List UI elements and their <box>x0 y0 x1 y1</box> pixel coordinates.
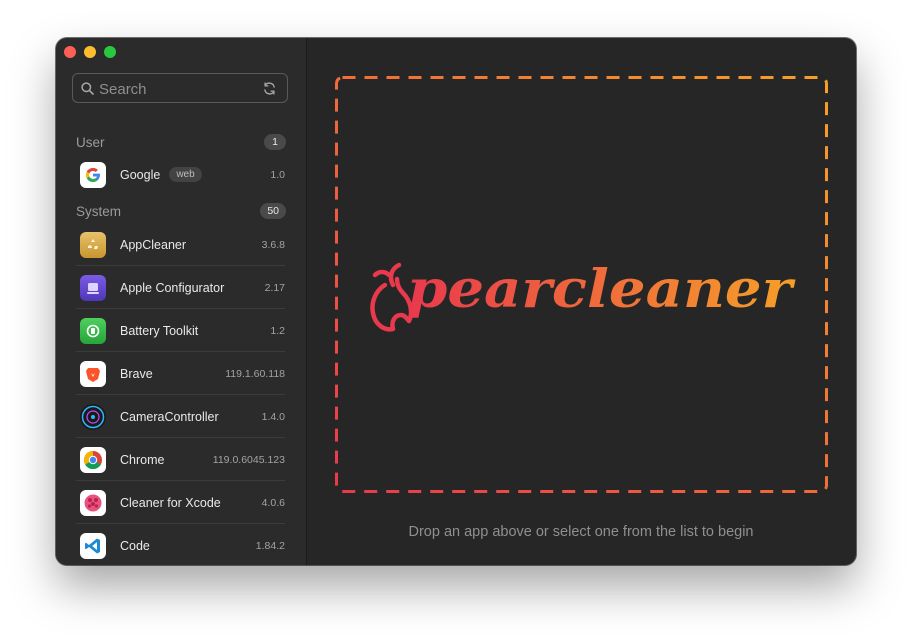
apple-configurator-icon <box>80 274 106 301</box>
app-name: Chrome <box>120 452 165 467</box>
app-version: 3.6.8 <box>261 238 285 251</box>
app-name: Code <box>120 538 150 553</box>
app-version: 119.1.60.118 <box>225 367 285 380</box>
app-version: 119.0.6045.123 <box>212 453 285 466</box>
app-name: Google <box>120 167 161 182</box>
section-header-user: User 1 <box>76 132 286 152</box>
battery-toolkit-icon <box>80 317 106 344</box>
web-badge: web <box>169 167 202 182</box>
app-drop-zone[interactable]: pearcleaner <box>335 76 828 493</box>
app-name: Cleaner for Xcode <box>120 495 221 510</box>
sidebar: User 1 Google web 1.0 System 50 <box>56 38 307 565</box>
section-label: System <box>76 203 122 219</box>
app-row-camera-controller[interactable]: CameraController 1.4.0 <box>76 395 285 438</box>
app-name: Brave <box>120 366 153 381</box>
google-icon <box>80 161 106 188</box>
app-row-appcleaner[interactable]: AppCleaner 3.6.8 <box>76 223 285 266</box>
app-name: CameraController <box>120 409 219 424</box>
camera-controller-icon <box>80 403 106 430</box>
app-name: Apple Configurator <box>120 280 225 295</box>
count-badge: 1 <box>264 134 286 150</box>
minimize-button[interactable] <box>84 46 96 58</box>
app-version: 1.4.0 <box>261 410 285 423</box>
appcleaner-icon <box>80 231 106 258</box>
app-row-google[interactable]: Google web 1.0 <box>76 153 285 196</box>
app-version: 4.0.6 <box>261 496 285 509</box>
brave-icon <box>80 360 106 387</box>
count-badge: 50 <box>260 203 286 219</box>
logo-text: pearcleaner <box>407 259 796 320</box>
pear-icon <box>370 262 414 332</box>
app-version: 2.17 <box>264 281 285 294</box>
app-row-apple-configurator[interactable]: Apple Configurator 2.17 <box>76 266 285 309</box>
app-version: 1.84.2 <box>255 539 285 552</box>
app-row-code[interactable]: Code 1.84.2 <box>76 524 285 565</box>
search-input[interactable] <box>97 78 261 100</box>
vscode-icon <box>80 532 106 559</box>
app-version: 1.2 <box>270 324 285 337</box>
app-row-brave[interactable]: Brave 119.1.60.118 <box>76 352 285 395</box>
search-box[interactable] <box>72 73 288 103</box>
app-version: 1.0 <box>270 168 285 181</box>
close-button[interactable] <box>64 46 76 58</box>
section-label: User <box>76 134 105 150</box>
app-name: Battery Toolkit <box>120 323 199 338</box>
app-name: AppCleaner <box>120 237 187 252</box>
refresh-icon[interactable] <box>262 81 277 101</box>
drop-hint-text: Drop an app above or select one from the… <box>408 524 754 540</box>
search-icon <box>81 82 94 100</box>
cleaner-for-xcode-icon <box>80 489 106 516</box>
app-row-battery-toolkit[interactable]: Battery Toolkit 1.2 <box>76 309 285 352</box>
zoom-button[interactable] <box>104 46 116 58</box>
pearcleaner-logo: pearcleaner <box>365 241 805 346</box>
app-row-cleaner-for-xcode[interactable]: Cleaner for Xcode 4.0.6 <box>76 481 285 524</box>
app-row-chrome[interactable]: Chrome 119.0.6045.123 <box>76 438 285 481</box>
app-window: User 1 Google web 1.0 System 50 <box>56 38 856 565</box>
window-controls <box>64 46 116 58</box>
chrome-icon <box>80 446 106 473</box>
section-header-system: System 50 <box>76 201 286 221</box>
